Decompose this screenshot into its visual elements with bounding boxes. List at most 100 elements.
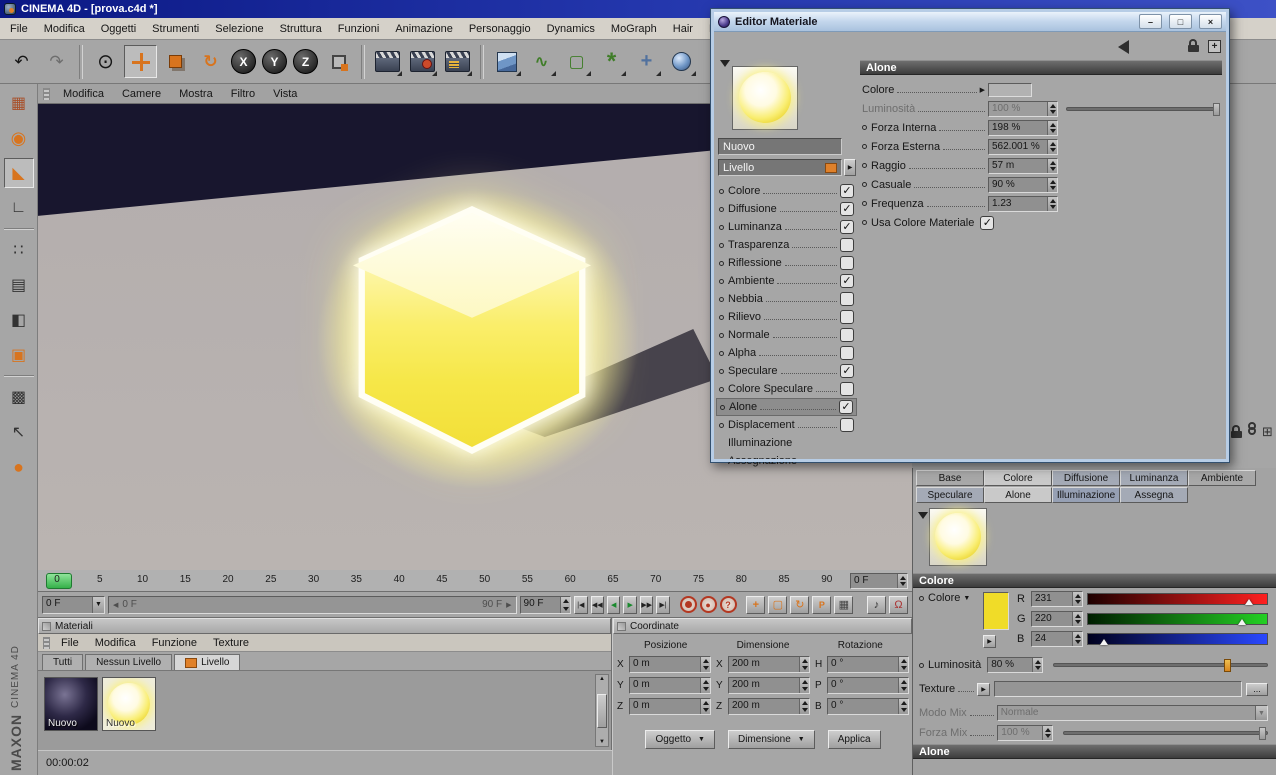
stepper-icon[interactable] [799, 699, 809, 714]
undo-button[interactable]: ↶ [5, 45, 38, 78]
channel-rilievo[interactable]: Rilievo [716, 308, 857, 326]
menu-animazione[interactable]: Animazione [387, 20, 460, 38]
tab-ambiente[interactable]: Ambiente [1188, 470, 1256, 486]
anim-dot-icon[interactable] [719, 260, 724, 266]
vp-menu-filtro[interactable]: Filtro [223, 86, 263, 102]
rot-p-field[interactable]: 0 ° [827, 677, 909, 694]
materials-scrollbar[interactable]: ▲ ▼ [595, 674, 609, 747]
anim-dot-icon[interactable] [719, 278, 724, 284]
restore-button[interactable]: □ [1169, 14, 1192, 29]
chevron-down-icon[interactable]: ▼ [92, 596, 105, 613]
dim-z-field[interactable]: 200 m [728, 698, 810, 715]
material-thumbnail[interactable]: Nuovo [102, 677, 156, 731]
stepper-icon[interactable] [1047, 139, 1057, 154]
slider-handle[interactable] [1258, 727, 1266, 740]
panel-grip-icon[interactable] [42, 621, 51, 631]
materials-list[interactable]: Nuovo Nuovo ▲ ▼ [38, 670, 611, 750]
anim-dot-icon[interactable] [719, 242, 724, 248]
record-parameter-toggle[interactable]: P [812, 595, 832, 614]
record-scale-toggle[interactable]: ▢ [768, 595, 788, 614]
play-backward-button[interactable]: ◀ [606, 595, 621, 614]
material-editor-window[interactable]: Editor Materiale – □ × + Nuovo Livello ▶… [710, 8, 1230, 467]
tab-speculare[interactable]: Speculare [916, 487, 984, 503]
alone-section-header[interactable]: Alone [913, 744, 1276, 759]
channel-trasparenza[interactable]: Trasparenza [716, 236, 857, 254]
stepper-icon[interactable] [700, 657, 710, 672]
channel-checkbox[interactable]: ✓ [840, 220, 854, 234]
dim-y-field[interactable]: 200 m [728, 677, 810, 694]
tab-livello[interactable]: Livello [174, 654, 241, 670]
texture-mode-button[interactable]: ◣ [3, 158, 34, 188]
channel-checkbox[interactable] [840, 346, 854, 360]
points-mode-button[interactable]: ∷ [4, 235, 34, 265]
channel-checkbox[interactable]: ✓ [840, 274, 854, 288]
green-value-field[interactable]: 220 [1031, 611, 1083, 627]
mix-strength-slider[interactable] [1063, 727, 1268, 740]
end-frame-field[interactable]: 90 F [519, 595, 572, 614]
radius-field[interactable]: 57 m [988, 157, 1058, 174]
channel-displacement[interactable]: Displacement [716, 416, 857, 434]
channel-speculare[interactable]: Speculare ✓ [716, 362, 857, 380]
menu-strumenti[interactable]: Strumenti [144, 20, 207, 38]
channel-riflessione[interactable]: Riflessione [716, 254, 857, 272]
record-keyframe-button[interactable] [679, 596, 697, 613]
stepper-icon[interactable] [799, 678, 809, 693]
channel-checkbox[interactable] [840, 328, 854, 342]
stepper-icon[interactable] [1072, 612, 1082, 626]
back-arrow-icon[interactable] [1118, 40, 1129, 54]
preview-dropdown-icon[interactable] [720, 60, 730, 67]
menu-file[interactable]: File [2, 20, 36, 38]
anim-dot-icon[interactable] [862, 220, 867, 225]
red-value-field[interactable]: 231 [1031, 591, 1083, 607]
channel-checkbox[interactable] [840, 418, 854, 432]
slider-handle[interactable] [1212, 102, 1220, 116]
layer-dropdown[interactable]: Livello [718, 159, 842, 176]
menu-mograph[interactable]: MoGraph [603, 20, 665, 38]
sound-toggle[interactable]: ♪ [866, 595, 886, 614]
anim-dot-icon[interactable] [719, 368, 724, 374]
stepper-icon[interactable] [1047, 120, 1057, 135]
anim-dot-icon[interactable] [719, 386, 724, 392]
stepper-icon[interactable] [1047, 196, 1057, 211]
drag-grip[interactable] [43, 636, 50, 649]
page-assegnazione[interactable]: Assegnazione [716, 452, 857, 470]
brightness-slider[interactable] [1053, 659, 1268, 672]
preview-dropdown-icon[interactable] [918, 512, 928, 519]
channel-alone[interactable]: Alone ✓ [716, 398, 857, 416]
channel-checkbox[interactable] [840, 238, 854, 252]
tab-illuminazione[interactable]: Illuminazione [1052, 487, 1120, 503]
scrollbar-thumb[interactable] [597, 693, 607, 728]
coordinates-panel-header[interactable]: Coordinate [613, 618, 912, 634]
next-key-button[interactable]: ▶▶ [639, 595, 654, 614]
channel-checkbox[interactable]: ✓ [840, 184, 854, 198]
anim-dot-icon[interactable] [862, 144, 867, 149]
lock-z-button[interactable]: Z [293, 49, 318, 74]
slider-marker-icon[interactable] [1245, 599, 1254, 605]
tab-diffusione[interactable]: Diffusione [1052, 470, 1120, 486]
channel-checkbox[interactable]: ✓ [840, 202, 854, 216]
stepper-icon[interactable] [799, 657, 809, 672]
minimize-button[interactable]: – [1139, 14, 1162, 29]
texture-expand-button[interactable]: ▶ [977, 682, 991, 696]
ruler-frame-field[interactable]: 0 F [850, 573, 908, 589]
add-deformer-button[interactable]: + [630, 45, 663, 78]
layer-expand-button[interactable]: ▶ [844, 159, 856, 176]
live-selection-button[interactable]: ⊙ [89, 45, 122, 78]
stepper-icon[interactable] [1047, 177, 1057, 192]
add-spline-button[interactable]: ∿ [525, 45, 558, 78]
anim-dot-icon[interactable] [720, 404, 725, 410]
add-environment-button[interactable] [665, 45, 698, 78]
range-end-handle[interactable]: ▶ [506, 601, 511, 609]
channel-normale[interactable]: Normale [716, 326, 857, 344]
materials-panel-header[interactable]: Materiali [38, 618, 611, 634]
texture-browse-button[interactable]: ... [1246, 682, 1268, 696]
expand-right-icon[interactable]: ▶ [980, 86, 985, 94]
lock-icon[interactable] [1187, 39, 1199, 53]
color-expand-button[interactable]: ▶ [983, 635, 996, 648]
axis-modification-button[interactable]: ● [4, 452, 34, 482]
scale-tool-button[interactable] [159, 45, 192, 78]
slider-marker-icon[interactable] [1100, 639, 1109, 645]
tab-colore[interactable]: Colore [984, 470, 1052, 486]
blue-slider[interactable] [1087, 633, 1268, 645]
color-swatch[interactable] [983, 592, 1009, 630]
